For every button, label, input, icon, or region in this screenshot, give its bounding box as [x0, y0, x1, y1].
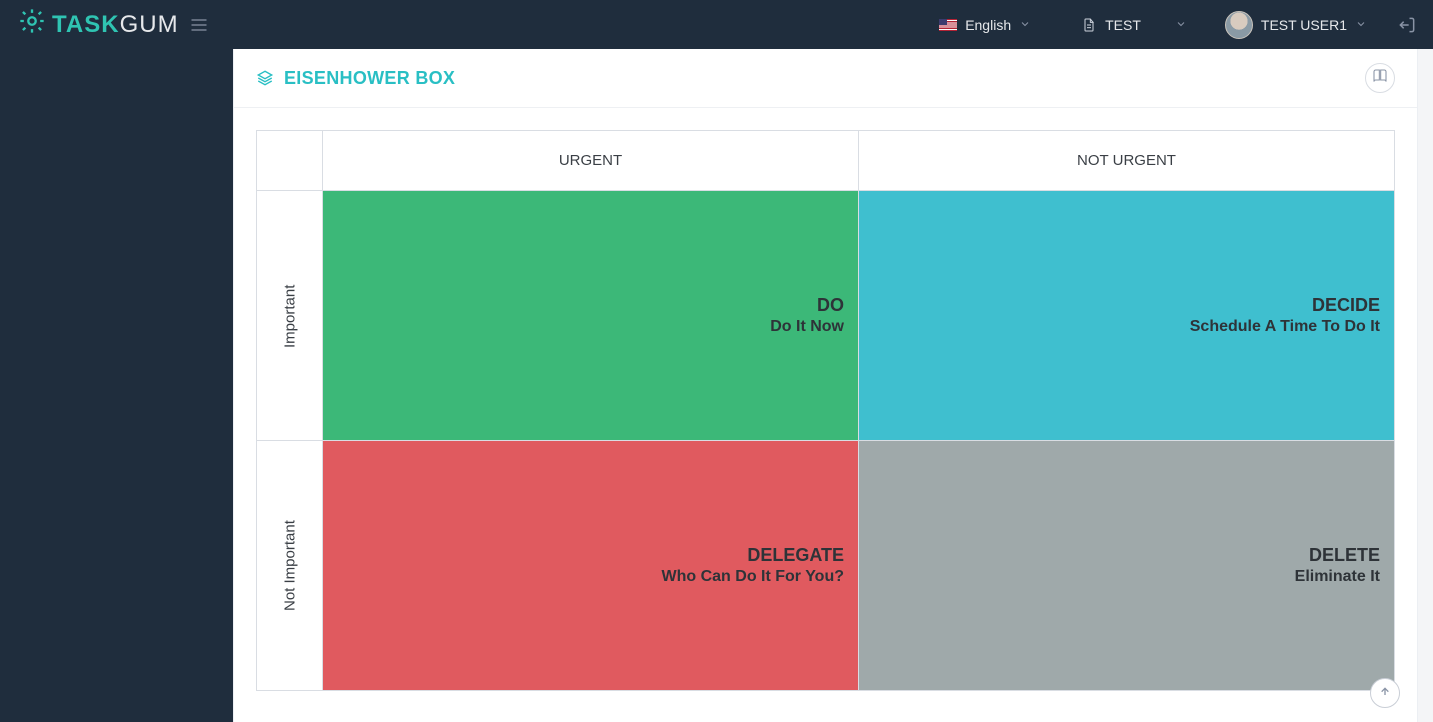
layers-icon: [256, 69, 274, 87]
quadrant-title: DELEGATE: [337, 545, 844, 566]
chevron-down-icon: [1355, 17, 1367, 33]
row-header-not-important: Not Important: [257, 441, 323, 691]
col-header-not-urgent: NOT URGENT: [859, 131, 1395, 191]
quadrant-decide[interactable]: DECIDE Schedule A Time To Do It: [859, 191, 1395, 441]
chevron-down-icon: [1175, 17, 1187, 33]
project-selector[interactable]: TEST: [1071, 11, 1197, 39]
project-label: TEST: [1105, 17, 1141, 33]
quadrant-subtitle: Who Can Do It For You?: [337, 568, 844, 586]
user-menu[interactable]: TEST USER1: [1215, 5, 1377, 45]
quadrant-subtitle: Schedule A Time To Do It: [873, 318, 1380, 336]
quadrant-do[interactable]: DO Do It Now: [323, 191, 859, 441]
panel-title: EISENHOWER BOX: [256, 68, 455, 89]
panel: EISENHOWER BOX URGENT NOT URG: [233, 49, 1418, 722]
quadrant-title: DECIDE: [873, 295, 1380, 316]
help-button[interactable]: [1365, 63, 1395, 93]
quadrant-delegate[interactable]: DELEGATE Who Can Do It For You?: [323, 441, 859, 691]
flag-us-icon: [939, 19, 957, 31]
brand-second: GUM: [120, 11, 179, 38]
logout-button[interactable]: [1387, 9, 1421, 41]
brand-first: TASK: [52, 11, 120, 38]
quadrant-subtitle: Eliminate It: [873, 568, 1380, 586]
main-content: EISENHOWER BOX URGENT NOT URG: [233, 49, 1418, 722]
matrix-container: URGENT NOT URGENT Important DO Do It Now…: [234, 108, 1417, 721]
panel-title-text: EISENHOWER BOX: [284, 68, 455, 89]
brand-text: TASKGUM: [52, 11, 179, 39]
quadrant-title: DELETE: [873, 545, 1380, 566]
quadrant-title: DO: [337, 295, 844, 316]
panel-header: EISENHOWER BOX: [234, 49, 1417, 108]
arrow-up-icon: [1377, 683, 1393, 704]
avatar: [1225, 11, 1253, 39]
quadrant-delete[interactable]: DELETE Eliminate It: [859, 441, 1395, 691]
book-icon: [1372, 68, 1388, 89]
user-label: TEST USER1: [1261, 17, 1347, 33]
quadrant-subtitle: Do It Now: [337, 318, 844, 336]
language-label: English: [965, 17, 1011, 33]
gear-icon: [18, 7, 46, 42]
sidebar: [0, 49, 233, 722]
logout-icon: [1397, 15, 1417, 35]
corner-cell: [257, 131, 323, 191]
menu-toggle-icon[interactable]: [189, 15, 209, 35]
eisenhower-matrix: URGENT NOT URGENT Important DO Do It Now…: [256, 130, 1395, 691]
chevron-down-icon: [1019, 17, 1031, 33]
row-header-important: Important: [257, 191, 323, 441]
app-header: TASKGUM English TEST TEST USER1: [0, 0, 1433, 49]
col-header-urgent: URGENT: [323, 131, 859, 191]
language-selector[interactable]: English: [929, 11, 1041, 39]
app-logo[interactable]: TASKGUM: [18, 7, 179, 42]
scroll-to-top-button[interactable]: [1370, 678, 1400, 708]
document-icon: [1081, 17, 1097, 33]
